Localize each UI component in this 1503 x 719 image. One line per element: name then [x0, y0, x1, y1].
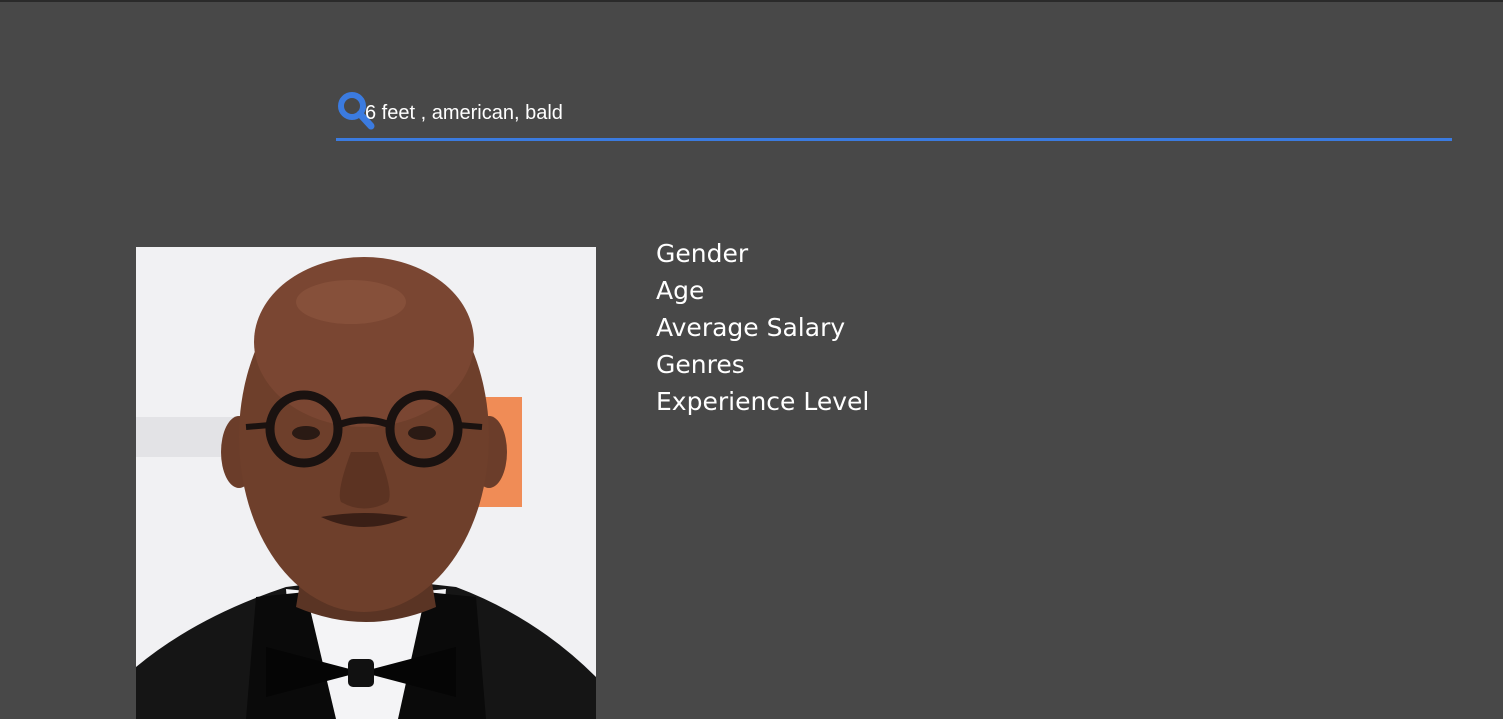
search-bar[interactable]: [336, 86, 1452, 141]
search-input[interactable]: [365, 96, 1445, 130]
result-photo: [136, 247, 596, 719]
attribute-experience-level: Experience Level: [656, 387, 870, 416]
attribute-gender: Gender: [656, 239, 749, 268]
search-results-page: Gender Age Average Salary Genres Experie…: [0, 0, 1503, 719]
window-top-edge: [0, 0, 1503, 2]
attribute-age: Age: [656, 276, 705, 305]
attribute-list: Gender Age Average Salary Genres Experie…: [656, 235, 869, 420]
attribute-average-salary: Average Salary: [656, 313, 846, 342]
attribute-genres: Genres: [656, 350, 745, 379]
